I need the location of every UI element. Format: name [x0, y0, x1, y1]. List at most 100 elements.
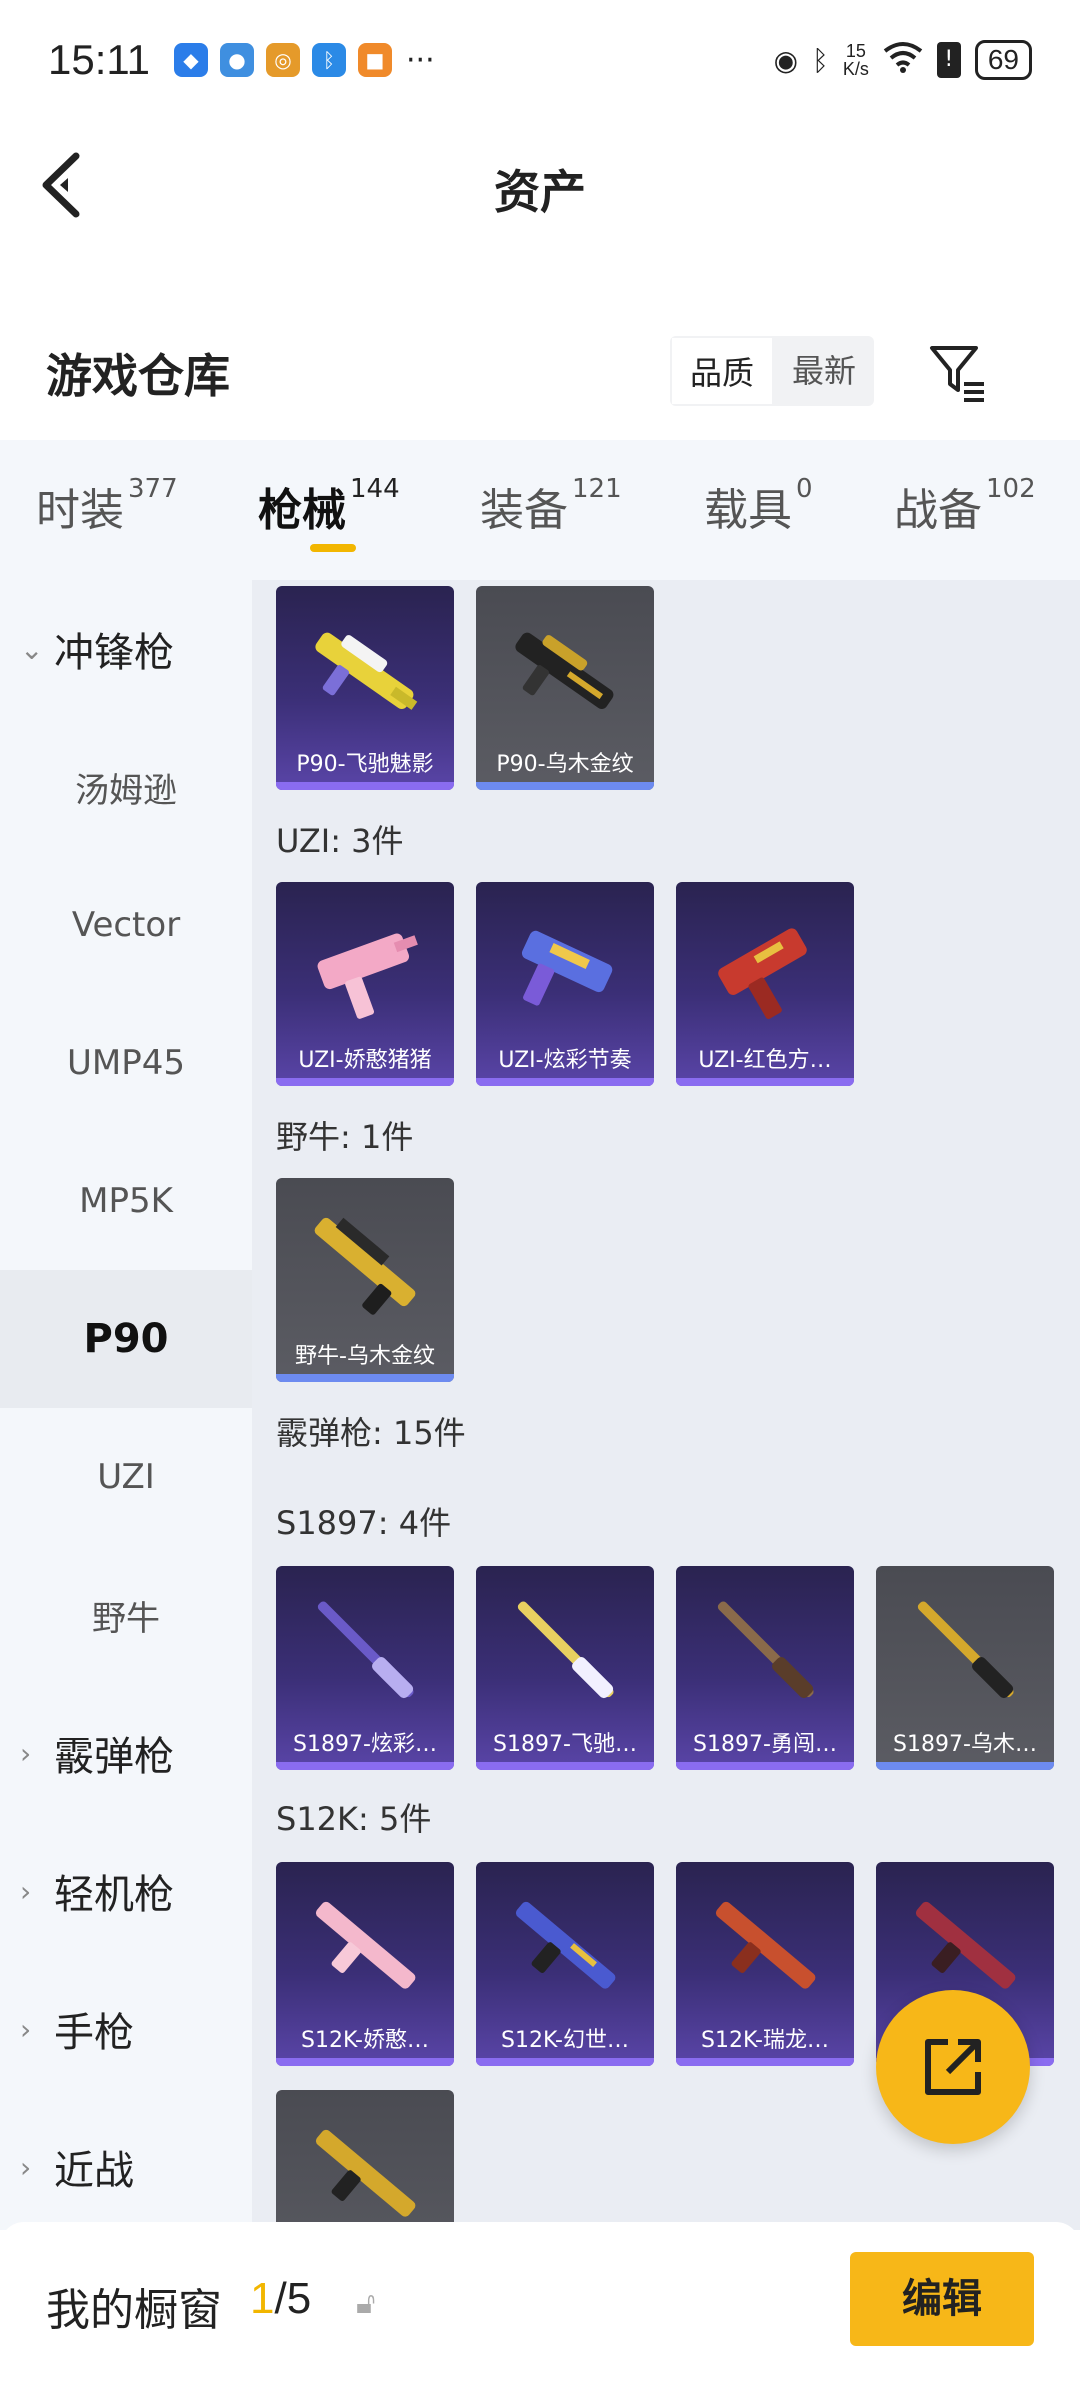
rarity-bar	[876, 1762, 1054, 1770]
chevron-down-icon: ⌄	[20, 632, 44, 666]
page-title: 资产	[494, 165, 586, 219]
weapon-card-label: 野牛-乌木金纹	[295, 1344, 435, 1369]
network-speed-unit: K/s	[842, 59, 869, 79]
gun-icon	[521, 930, 613, 1006]
tab-label: 枪械	[258, 485, 346, 536]
weapon-card-label: UZI-红色方…	[698, 1048, 832, 1073]
sidebar-group-smg[interactable]: ⌄ 冲锋枪	[0, 580, 252, 718]
weapon-card[interactable]: UZI-娇憨猪猪	[276, 882, 454, 1086]
group-header-shotgun: 霰弹枪: 15件	[276, 1414, 466, 1452]
wifi-icon	[883, 41, 923, 80]
tab-equipment[interactable]: 装备 121	[480, 474, 622, 538]
sidebar-group-label: 近战	[54, 2148, 134, 2194]
status-bar: 15:11 ◆ ● ◎ ᛒ ■ ··· ◉ ᛒ 15 K/s ! 69	[0, 0, 1080, 120]
chevron-right-icon: ›	[20, 1736, 32, 1770]
sidebar-item-ump45[interactable]: UMP45	[0, 994, 252, 1132]
warehouse-header: 游戏仓库 品质 最新	[0, 320, 1080, 440]
gun-icon	[317, 1601, 414, 1699]
weapon-card-label: S12K-瑞龙…	[700, 2028, 829, 2053]
network-speed: 15 K/s	[843, 42, 869, 78]
sort-latest-button[interactable]: 最新	[774, 336, 874, 406]
share-fab-button[interactable]	[876, 1990, 1030, 2144]
weapon-card[interactable]: S1897-勇闯…	[676, 1566, 854, 1770]
weapon-card-label: UZI-娇憨猪猪	[298, 1048, 432, 1073]
tab-gear[interactable]: 战备 102	[894, 474, 1036, 538]
tab-fashion[interactable]: 时装 377	[36, 474, 178, 538]
rarity-bar	[676, 1078, 854, 1086]
tab-count: 102	[986, 474, 1036, 504]
showcase-count: 1/5	[250, 2274, 311, 2324]
eye-icon: ◉	[773, 43, 799, 77]
weapon-card[interactable]: S1897-乌木…	[876, 1566, 1054, 1770]
gun-icon	[315, 632, 418, 710]
gun-icon	[315, 2129, 416, 2217]
rarity-bar	[276, 1762, 454, 1770]
rarity-bar	[476, 782, 654, 790]
weapon-card-label: S1897-飞驰…	[493, 1732, 637, 1757]
active-tab-indicator	[310, 544, 356, 552]
weapon-card[interactable]: S12K-瑞龙…	[676, 1862, 854, 2066]
weapon-card[interactable]: UZI-红色方…	[676, 882, 854, 1086]
group-header-bison: 野牛: 1件	[276, 1118, 414, 1156]
sidebar-item-vector[interactable]: Vector	[0, 856, 252, 994]
rarity-bar	[276, 1374, 454, 1382]
weapon-card-label: UZI-炫彩节奏	[498, 1048, 632, 1073]
weapon-card[interactable]: S1897-飞驰…	[476, 1566, 654, 1770]
gun-icon	[715, 1901, 816, 1989]
chevron-right-icon: ›	[20, 2012, 32, 2046]
target-app-icon: ◎	[266, 43, 300, 77]
sidebar-item-bison[interactable]: 野牛	[0, 1546, 252, 1684]
gun-icon	[917, 1601, 1014, 1699]
chevron-right-icon: ›	[20, 2150, 32, 2184]
showcase-title: 我的橱窗	[46, 2285, 222, 2336]
network-speed-value: 15	[845, 41, 866, 61]
sidebar-item-uzi[interactable]: UZI	[0, 1408, 252, 1546]
showcase-count-current: 1	[250, 2274, 275, 2323]
weapon-card[interactable]: P90-乌木金纹	[476, 586, 654, 790]
rarity-bar	[276, 2058, 454, 2066]
sidebar-group-lmg[interactable]: › 轻机枪	[0, 1822, 252, 1960]
gun-icon	[517, 1601, 614, 1699]
tab-label: 战备	[894, 485, 982, 536]
sidebar-group-shotgun[interactable]: › 霰弹枪	[0, 1684, 252, 1822]
weapon-card[interactable]: S12K-娇憨…	[276, 1862, 454, 2066]
group-header-s1897: S1897: 4件	[276, 1504, 452, 1542]
group-header-uzi: UZI: 3件	[276, 822, 404, 860]
weapon-type-sidebar: ⌄ 冲锋枪 汤姆逊 Vector UMP45 MP5K P90 UZI 野牛 › 霰…	[0, 580, 252, 2230]
tab-weapons[interactable]: 枪械 144	[258, 474, 400, 538]
gun-icon	[317, 933, 418, 1019]
edit-button[interactable]: 编辑	[850, 2252, 1034, 2346]
tab-count: 144	[350, 474, 400, 504]
weapon-card-label: S1897-勇闯…	[693, 1732, 837, 1757]
weapon-card[interactable]: P90-飞驰魅影	[276, 586, 454, 790]
weapon-card-label: S1897-乌木…	[893, 1732, 1037, 1757]
sidebar-group-pistol[interactable]: › 手枪	[0, 1960, 252, 2098]
gun-icon	[515, 632, 614, 710]
weapon-card[interactable]: 野牛-乌木金纹	[276, 1178, 454, 1382]
rarity-bar	[276, 1078, 454, 1086]
filter-icon[interactable]	[926, 340, 990, 404]
rarity-bar	[676, 2058, 854, 2066]
sidebar-item-p90[interactable]: P90	[0, 1270, 252, 1408]
battery-indicator: 69	[974, 40, 1032, 80]
more-notifications-icon: ···	[406, 42, 435, 78]
category-tabs: 时装 377 枪械 144 装备 121 载具 0 战备 102	[0, 440, 1080, 580]
top-nav: 资产	[0, 120, 1080, 260]
weapon-card-label: P90-飞驰魅影	[296, 752, 434, 777]
tab-label: 装备	[480, 485, 568, 536]
sort-toggle: 品质 最新	[670, 336, 875, 406]
rarity-bar	[676, 1762, 854, 1770]
weapon-card[interactable]: S12K-幻世…	[476, 1862, 654, 2066]
sort-quality-button[interactable]: 品质	[670, 336, 775, 406]
rarity-bar	[476, 1078, 654, 1086]
tab-vehicles[interactable]: 载具 0	[704, 474, 813, 538]
sidebar-item-mp5k[interactable]: MP5K	[0, 1132, 252, 1270]
tab-count: 377	[128, 474, 178, 504]
weapon-card[interactable]: UZI-炫彩节奏	[476, 882, 654, 1086]
sidebar-item-thompson[interactable]: 汤姆逊	[0, 718, 252, 856]
sidebar-group-melee[interactable]: › 近战	[0, 2098, 252, 2236]
weapon-card[interactable]	[276, 2090, 454, 2230]
weapon-card[interactable]: S1897-炫彩…	[276, 1566, 454, 1770]
gun-icon	[717, 1601, 814, 1699]
sidebar-group-label: 轻机枪	[54, 1872, 174, 1918]
